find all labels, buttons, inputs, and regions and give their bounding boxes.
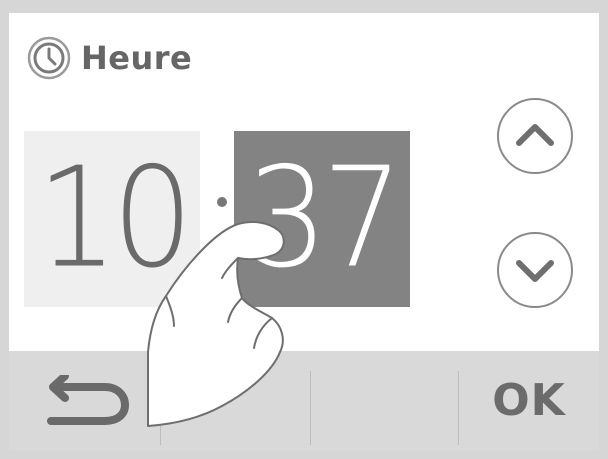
- chevron-up-icon: [516, 124, 554, 146]
- decrease-button[interactable]: [497, 232, 573, 308]
- increase-button[interactable]: [497, 98, 573, 174]
- chevron-down-icon: [516, 260, 554, 282]
- time-separator: [210, 131, 234, 307]
- back-arrow-icon: [47, 375, 129, 425]
- touch-screen: Heure 10 37 OK: [9, 13, 599, 450]
- separator-dot-top: [217, 197, 227, 207]
- bottom-action-bar: OK: [9, 351, 599, 450]
- thermostat-device: Heure 10 37 OK: [0, 0, 608, 459]
- minutes-value: 37: [246, 138, 404, 299]
- back-button[interactable]: [9, 351, 159, 450]
- ok-button[interactable]: OK: [459, 351, 599, 450]
- clock-icon: [27, 36, 71, 80]
- empty-softkey-1: [161, 351, 309, 450]
- separator-dot-bottom: [217, 263, 227, 273]
- hours-value: 10: [36, 138, 194, 299]
- empty-softkey-2: [311, 351, 457, 450]
- screen-header: Heure: [27, 35, 192, 81]
- ok-label: OK: [492, 375, 566, 426]
- page-title: Heure: [81, 39, 193, 77]
- time-editor: 10 37: [24, 131, 424, 307]
